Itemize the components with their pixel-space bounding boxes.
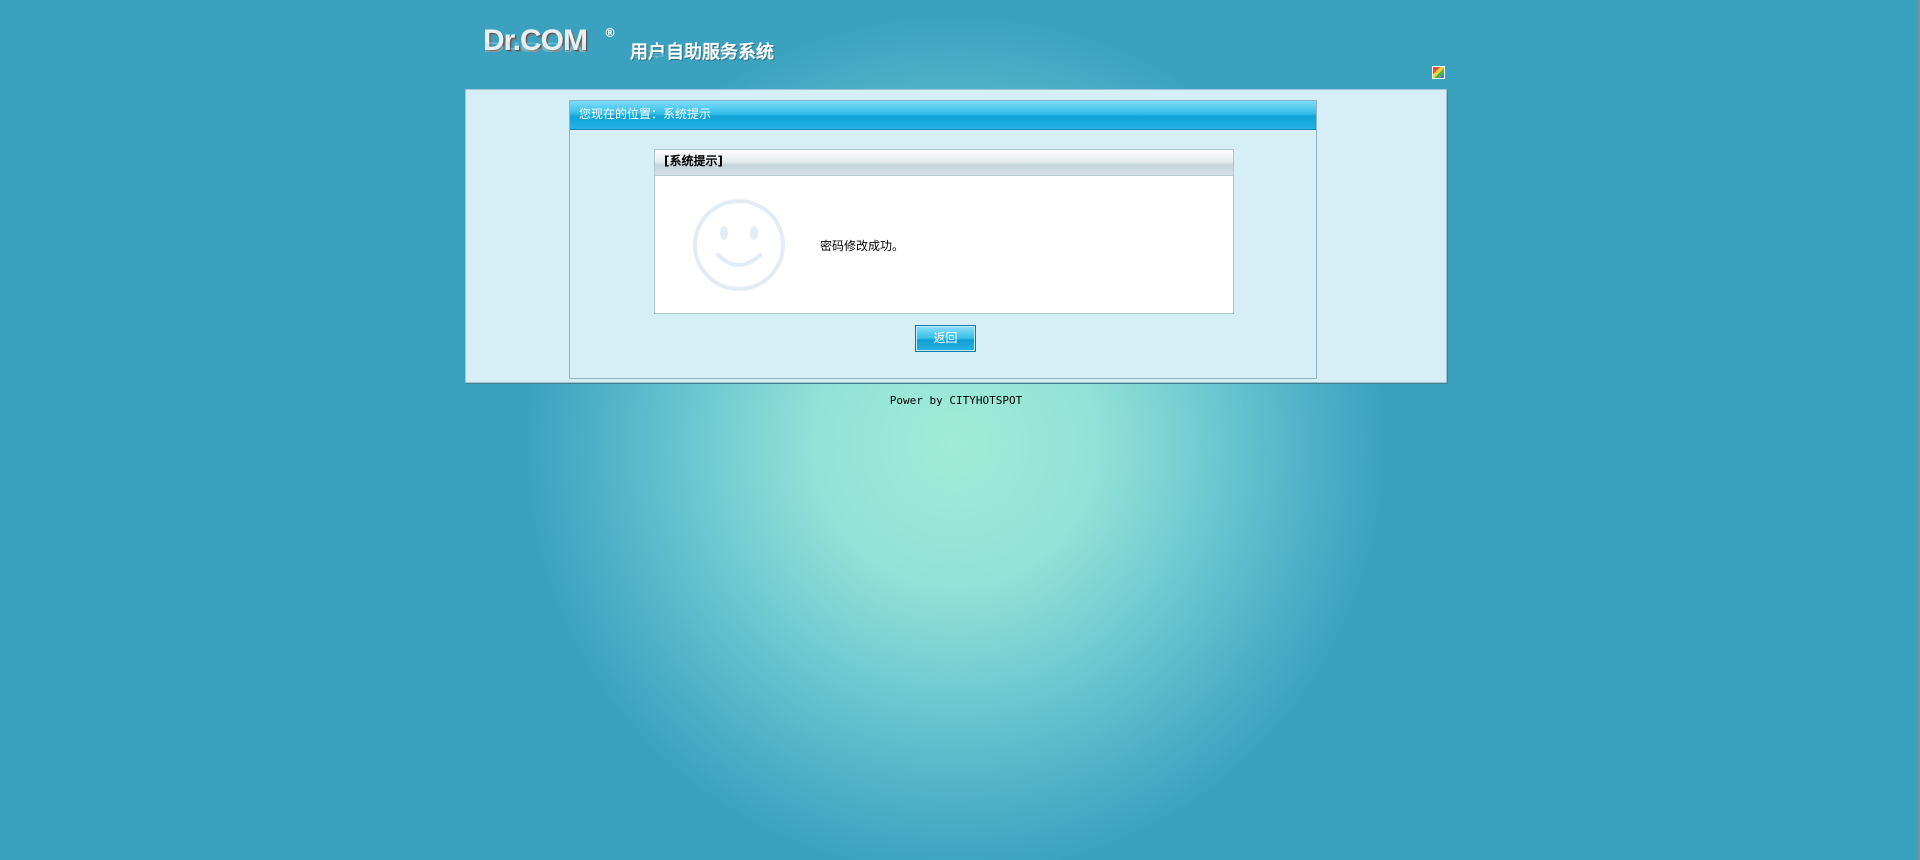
page-header: Dr.COM Dr.COM ® 用户自助服务系统 用户自助服务系统: [483, 24, 803, 80]
registered-mark: ®: [604, 26, 616, 40]
smiley-face-icon: [693, 199, 785, 291]
logo-reflection: Dr.COM: [483, 39, 588, 54]
main-panel: 您现在的位置：系统提示 [系统提示] 密码修改成功。 返回: [465, 89, 1447, 383]
footer-text: Power by CITYHOTSPOT: [889, 394, 1023, 407]
system-message-box: [系统提示] 密码修改成功。: [654, 149, 1234, 314]
skin-icon[interactable]: [1432, 66, 1445, 79]
message-box-title: [系统提示]: [655, 150, 1233, 176]
message-text: 密码修改成功。: [820, 239, 905, 253]
content-panel: 您现在的位置：系统提示 [系统提示] 密码修改成功。 返回: [569, 100, 1317, 379]
back-button[interactable]: 返回: [915, 325, 976, 352]
system-title-reflection: 用户自助服务系统: [630, 48, 774, 59]
location-bar: 您现在的位置：系统提示: [570, 101, 1316, 130]
